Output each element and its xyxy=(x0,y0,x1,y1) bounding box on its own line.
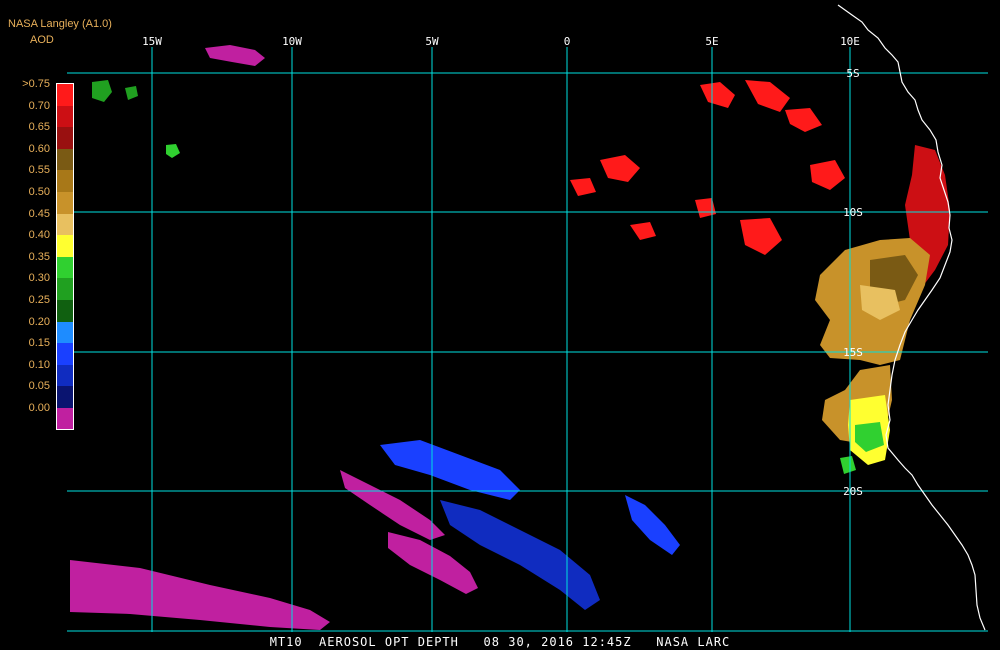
latitude-label: 20S xyxy=(843,485,863,498)
aerosol-blob xyxy=(340,470,445,540)
colorbar-label: 0.30 xyxy=(28,272,50,285)
aerosol-blob xyxy=(70,560,330,630)
colorbar-label: 0.00 xyxy=(28,402,50,414)
aerosol-blob xyxy=(125,86,138,100)
aerosol-blob xyxy=(810,160,845,190)
colorbar-swatch xyxy=(57,84,74,106)
colorbar-swatch xyxy=(57,278,74,301)
variable-label: AOD xyxy=(30,34,54,46)
aerosol-blob xyxy=(92,80,112,102)
longitude-label: 5E xyxy=(705,35,718,48)
colorbar-label: 0.60 xyxy=(28,142,50,155)
colorbar-label: 0.10 xyxy=(28,358,50,371)
colorbar-label: 0.70 xyxy=(28,99,50,112)
producer-label: NASA Langley (A1.0) xyxy=(8,18,112,30)
aerosol-blob xyxy=(840,456,856,474)
latitude-label: 5S xyxy=(846,67,859,80)
longitude-label: 0 xyxy=(564,35,571,48)
colorbar-swatch xyxy=(57,127,74,150)
colorbar-swatch xyxy=(57,192,74,214)
aerosol-data-layer xyxy=(70,45,950,630)
colorbar-label: 0.35 xyxy=(28,250,50,263)
aerosol-map: 15W 10W 5W 0 5E 10E 5S 10S 15S 20S xyxy=(67,4,988,632)
aerosol-blob xyxy=(388,532,478,594)
aerosol-blob xyxy=(166,144,180,158)
aerosol-blob xyxy=(600,155,640,182)
colorbar-swatch xyxy=(57,364,74,387)
colorbar-label: 0.65 xyxy=(28,121,50,134)
colorbar-label: 0.25 xyxy=(28,294,50,306)
colorbar-label: 0.50 xyxy=(28,186,50,198)
latitude-label: 15S xyxy=(843,346,863,359)
aerosol-blob xyxy=(740,218,782,255)
longitude-label: 10E xyxy=(840,35,860,48)
aerosol-blob xyxy=(700,82,735,108)
colorbar-swatch xyxy=(57,170,74,193)
aerosol-blob xyxy=(630,222,656,240)
latitude-label: 10S xyxy=(843,206,863,219)
aerosol-blob xyxy=(205,45,265,66)
aerosol-blob xyxy=(625,495,680,555)
colorbar-label: 0.15 xyxy=(28,337,50,350)
colorbar-label: 0.40 xyxy=(28,229,50,242)
aerosol-blob xyxy=(785,108,822,132)
colorbar-swatch xyxy=(57,343,74,366)
graticule-labels: 15W 10W 5W 0 5E 10E 5S 10S 15S 20S xyxy=(142,35,863,498)
aerosol-blob xyxy=(745,80,790,112)
colorbar-label: 0.05 xyxy=(28,380,50,393)
colorbar-swatch xyxy=(57,321,74,344)
colorbar-swatch xyxy=(57,213,74,236)
colorbar-label: 0.45 xyxy=(28,207,50,220)
colorbar-label: >0.75 xyxy=(22,78,50,90)
aerosol-blob xyxy=(695,198,716,218)
colorbar-swatch xyxy=(57,300,74,322)
colorbar-label: 0.55 xyxy=(28,164,50,177)
colorbar-label: 0.20 xyxy=(28,315,50,328)
colorbar-swatch xyxy=(57,235,74,258)
longitude-label: 10W xyxy=(282,35,302,48)
longitude-label: 5W xyxy=(425,35,439,48)
aerosol-blob xyxy=(440,500,600,610)
colorbar-swatch xyxy=(57,256,74,279)
colorbar-swatch xyxy=(57,386,74,409)
aerosol-blob xyxy=(570,178,596,196)
longitude-label: 15W xyxy=(142,35,162,48)
footer-caption: MT10 AEROSOL OPT DEPTH 08 30, 2016 12:45… xyxy=(269,635,731,649)
colorbar-swatch xyxy=(57,148,74,171)
colorbar-swatch xyxy=(57,408,74,430)
colorbar-swatch xyxy=(57,105,74,128)
